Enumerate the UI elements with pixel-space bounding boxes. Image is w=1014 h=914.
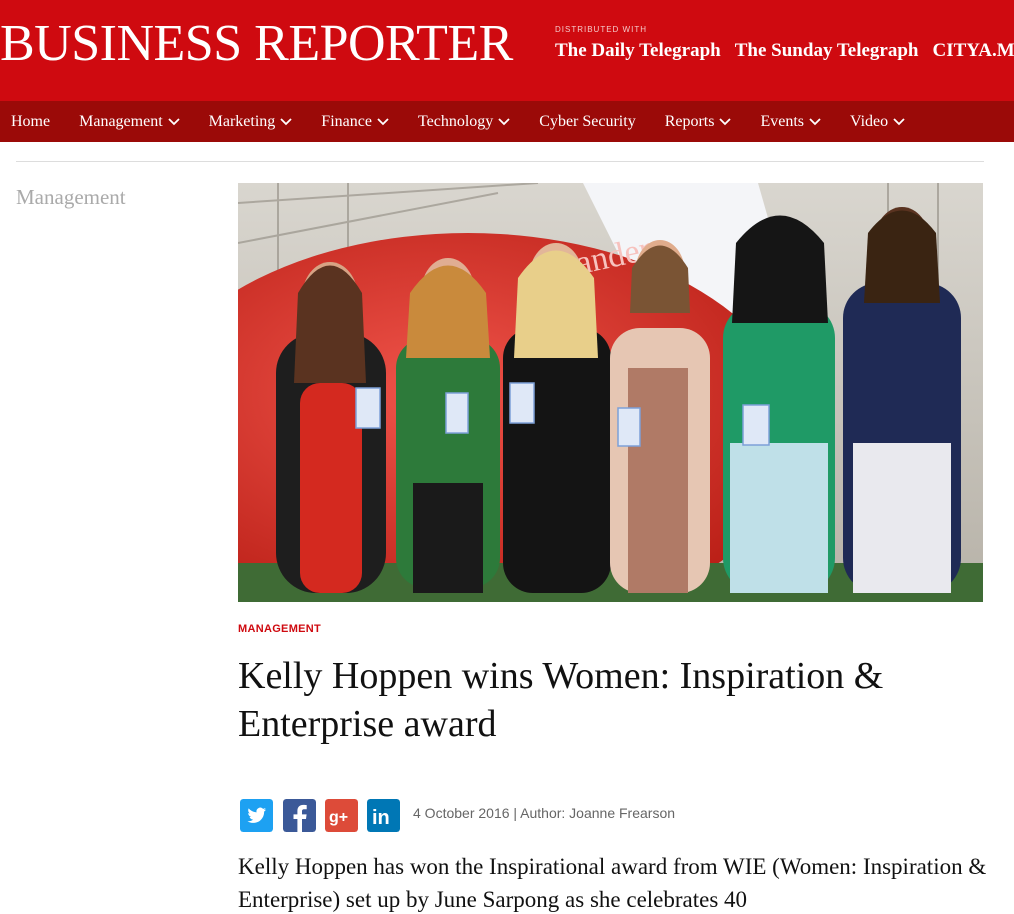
chevron-down-icon (377, 117, 389, 125)
svg-text:in: in (372, 807, 390, 829)
linkedin-icon[interactable]: in (367, 799, 400, 832)
facebook-icon[interactable] (283, 799, 316, 832)
partner-daily-telegraph[interactable]: The Daily Telegraph (555, 40, 721, 62)
svg-text:g+: g+ (329, 809, 348, 826)
chevron-down-icon (809, 117, 821, 125)
chevron-down-icon (893, 117, 905, 125)
chevron-down-icon (168, 117, 180, 125)
partner-city-am[interactable]: CITYA.M. (933, 40, 1014, 62)
nav-technology[interactable]: Technology (418, 113, 510, 131)
masthead: BUSINESS REPORTER DISTRIBUTED WITH The D… (0, 0, 1014, 101)
nav-marketing[interactable]: Marketing (209, 113, 293, 131)
article-lede: Kelly Hoppen has won the Inspirational a… (238, 854, 987, 912)
article-category[interactable]: MANAGEMENT (238, 623, 321, 635)
award-winners-photo: antander (238, 183, 983, 602)
nav-events[interactable]: Events (760, 113, 821, 131)
divider (16, 161, 984, 162)
partner-sunday-telegraph[interactable]: The Sunday Telegraph (735, 40, 919, 62)
section-title[interactable]: Management (16, 185, 126, 210)
nav-management[interactable]: Management (79, 113, 180, 131)
chevron-down-icon (719, 117, 732, 125)
nav-reports[interactable]: Reports (665, 113, 732, 131)
site-logo[interactable]: BUSINESS REPORTER (0, 14, 513, 74)
twitter-icon[interactable] (240, 799, 273, 832)
chevron-down-icon (498, 117, 510, 125)
nav-video[interactable]: Video (850, 113, 905, 131)
nav-home[interactable]: Home (11, 113, 50, 131)
hero-photo[interactable]: antander (238, 183, 983, 602)
article-byline: 4 October 2016 | Author: Joanne Frearson (413, 805, 676, 821)
article-headline: Kelly Hoppen wins Women: Inspiration & E… (238, 655, 884, 745)
chevron-down-icon (280, 117, 292, 125)
distributed-with-label: DISTRIBUTED WITH (555, 25, 647, 34)
main-nav: Home Management Marketing Finance Techno… (0, 101, 1014, 142)
nav-finance[interactable]: Finance (321, 113, 389, 131)
partner-logos: The Daily Telegraph The Sunday Telegraph… (555, 40, 1014, 62)
google-plus-icon[interactable]: g+ (325, 799, 358, 832)
nav-cyber-security[interactable]: Cyber Security (539, 113, 635, 131)
